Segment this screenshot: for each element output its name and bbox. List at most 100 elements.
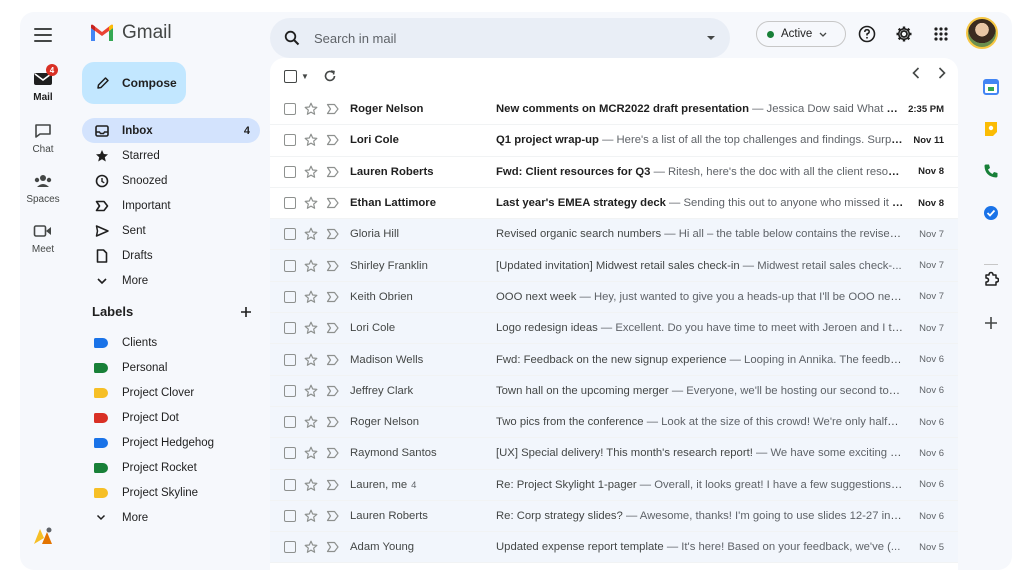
nav-item-more[interactable]: More bbox=[82, 268, 260, 293]
labels-more[interactable]: More bbox=[82, 505, 260, 530]
account-avatar[interactable] bbox=[966, 17, 998, 49]
main-menu-icon[interactable] bbox=[32, 26, 54, 44]
important-marker-icon[interactable] bbox=[326, 510, 340, 522]
row-checkbox[interactable] bbox=[284, 447, 296, 460]
star-icon[interactable] bbox=[304, 384, 318, 398]
email-row[interactable]: Raymond Santos [UX] Special delivery! Thi… bbox=[270, 438, 958, 470]
label-item-project-dot[interactable]: Project Dot bbox=[82, 405, 260, 430]
settings-gear-icon[interactable] bbox=[893, 23, 915, 45]
email-row[interactable]: Madison Wells Fwd: Feedback on the new si… bbox=[270, 344, 958, 376]
email-row[interactable]: Lauren, me 4 Re: Project Skylight 1-pager … bbox=[270, 469, 958, 501]
compose-button[interactable]: Compose bbox=[82, 62, 186, 104]
star-icon[interactable] bbox=[304, 290, 318, 304]
row-checkbox[interactable] bbox=[284, 510, 296, 522]
star-icon[interactable] bbox=[304, 353, 318, 367]
label-item-project-hedgehog[interactable]: Project Hedgehog bbox=[82, 430, 260, 455]
email-row[interactable]: Keith Obrien OOO next week — Hey, just wa… bbox=[270, 281, 958, 314]
star-icon[interactable] bbox=[304, 196, 318, 210]
row-checkbox[interactable] bbox=[284, 322, 296, 335]
apps-grid-icon[interactable] bbox=[930, 23, 952, 45]
row-checkbox[interactable] bbox=[284, 197, 296, 210]
workspace-logo-icon[interactable] bbox=[32, 526, 54, 548]
select-options-icon[interactable]: ▼ bbox=[301, 72, 309, 81]
row-checkbox[interactable] bbox=[284, 103, 296, 116]
star-icon[interactable] bbox=[304, 415, 318, 429]
star-icon[interactable] bbox=[304, 133, 318, 147]
search-bar[interactable]: Search in mail bbox=[270, 18, 730, 58]
important-marker-icon[interactable] bbox=[326, 134, 340, 146]
important-marker-icon[interactable] bbox=[326, 103, 340, 115]
email-row[interactable]: Gloria Hill Revised organic search number… bbox=[270, 219, 958, 251]
label-item-clients[interactable]: Clients bbox=[82, 330, 260, 355]
email-row[interactable]: Adam Young Updated expense report templat… bbox=[270, 532, 958, 564]
row-checkbox[interactable] bbox=[284, 541, 296, 554]
select-all-checkbox[interactable] bbox=[284, 69, 297, 83]
email-row[interactable]: Ethan Lattimore Last year's EMEA strategy… bbox=[270, 187, 958, 220]
important-marker-icon[interactable] bbox=[326, 479, 340, 491]
label-item-personal[interactable]: Personal bbox=[82, 355, 260, 380]
email-row[interactable]: Lori Cole Q1 project wrap-up — Here's a l… bbox=[270, 125, 958, 157]
important-marker-icon[interactable] bbox=[326, 447, 340, 459]
email-row[interactable]: Roger Nelson New comments on MCR2022 draf… bbox=[270, 94, 958, 126]
important-marker-icon[interactable] bbox=[326, 354, 340, 366]
star-icon[interactable] bbox=[304, 446, 318, 460]
important-marker-icon[interactable] bbox=[326, 166, 340, 178]
label-item-project-skyline[interactable]: Project Skyline bbox=[82, 480, 260, 505]
star-icon[interactable] bbox=[304, 478, 318, 492]
chevron-right-icon[interactable] bbox=[938, 67, 946, 79]
nav-item-snoozed[interactable]: Snoozed bbox=[82, 168, 260, 193]
row-checkbox[interactable] bbox=[284, 165, 296, 178]
important-marker-icon[interactable] bbox=[326, 260, 340, 272]
important-marker-icon[interactable] bbox=[326, 416, 340, 428]
add-addon-icon[interactable] bbox=[982, 314, 1000, 332]
email-row[interactable]: Jeffrey Clark Town hall on the upcoming m… bbox=[270, 375, 958, 407]
email-row[interactable]: Lori Cole Logo redesign ideas — Excellent… bbox=[270, 313, 958, 345]
important-marker-icon[interactable] bbox=[326, 385, 340, 397]
row-checkbox[interactable] bbox=[284, 228, 296, 241]
row-checkbox[interactable] bbox=[284, 353, 296, 366]
tasks-icon[interactable] bbox=[982, 204, 1000, 222]
important-marker-icon[interactable] bbox=[326, 291, 340, 303]
row-checkbox[interactable] bbox=[284, 134, 296, 147]
important-marker-icon[interactable] bbox=[326, 541, 340, 553]
label-item-project-clover[interactable]: Project Clover bbox=[82, 380, 260, 405]
email-row[interactable]: Lauren Roberts Re: Corp strategy slides? … bbox=[270, 500, 958, 533]
row-checkbox[interactable] bbox=[284, 384, 296, 397]
star-icon[interactable] bbox=[304, 165, 318, 179]
nav-item-drafts[interactable]: Drafts bbox=[82, 243, 260, 268]
row-checkbox[interactable] bbox=[284, 478, 296, 491]
important-marker-icon[interactable] bbox=[326, 197, 340, 209]
phone-icon[interactable] bbox=[982, 162, 1000, 180]
important-marker-icon[interactable] bbox=[326, 322, 340, 334]
star-icon[interactable] bbox=[304, 227, 318, 241]
add-label-icon[interactable] bbox=[240, 306, 252, 318]
search-options-icon[interactable] bbox=[706, 35, 716, 41]
row-checkbox[interactable] bbox=[284, 290, 296, 303]
refresh-icon[interactable] bbox=[323, 69, 337, 83]
star-icon[interactable] bbox=[304, 259, 318, 273]
gmail-logo[interactable]: Gmail bbox=[90, 22, 172, 44]
email-row[interactable]: Lauren Roberts Fwd: Client resources for … bbox=[270, 156, 958, 188]
nav-item-inbox[interactable]: Inbox 4 bbox=[82, 118, 260, 143]
nav-item-starred[interactable]: Starred bbox=[82, 143, 260, 168]
star-icon[interactable] bbox=[304, 321, 318, 335]
help-icon[interactable] bbox=[856, 23, 878, 45]
search-icon[interactable] bbox=[284, 30, 300, 46]
status-selector[interactable]: Active bbox=[756, 21, 846, 47]
star-icon[interactable] bbox=[304, 540, 318, 554]
row-checkbox[interactable] bbox=[284, 416, 296, 429]
nav-item-sent[interactable]: Sent bbox=[82, 218, 260, 243]
search-input[interactable]: Search in mail bbox=[314, 31, 706, 46]
rail-item-mail[interactable]: 4 Mail bbox=[20, 64, 66, 103]
rail-item-spaces[interactable]: Spaces bbox=[20, 170, 66, 205]
row-checkbox[interactable] bbox=[284, 259, 296, 272]
email-row[interactable]: Roger Nelson Two pics from the conference… bbox=[270, 406, 958, 439]
keep-icon[interactable] bbox=[982, 120, 1000, 138]
chevron-left-icon[interactable] bbox=[912, 67, 920, 79]
email-row[interactable]: Shirley Franklin [Updated invitation] Mid… bbox=[270, 250, 958, 282]
label-item-project-rocket[interactable]: Project Rocket bbox=[82, 455, 260, 480]
star-icon[interactable] bbox=[304, 509, 318, 523]
calendar-icon[interactable] bbox=[982, 78, 1000, 96]
rail-item-meet[interactable]: Meet bbox=[20, 220, 66, 255]
star-icon[interactable] bbox=[304, 102, 318, 116]
